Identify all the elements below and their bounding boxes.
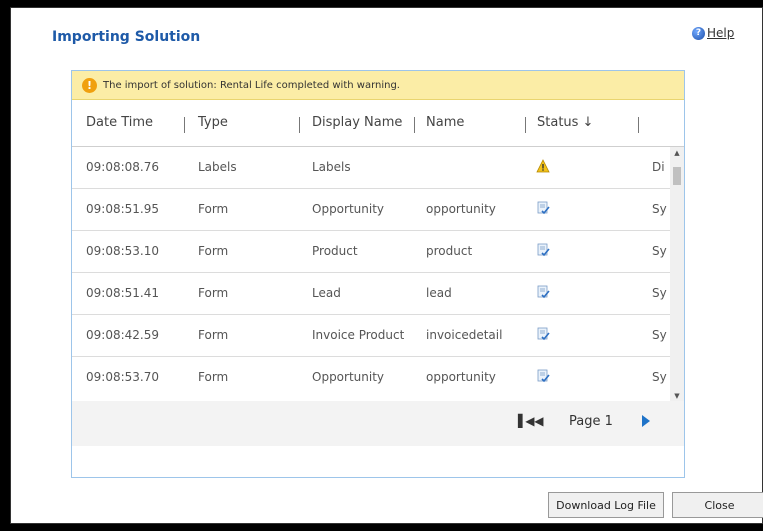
column-header-type[interactable]: Type — [198, 100, 228, 146]
cell-name: invoicedetail — [426, 328, 503, 342]
cell-display-name: Opportunity — [312, 370, 385, 384]
cell-date-time: 09:08:53.70 — [86, 370, 159, 384]
pager: ▌◀ ◀ Page 1 — [72, 401, 684, 446]
table-row[interactable]: 09:08:42.59 Form Invoice Product invoice… — [72, 315, 672, 357]
cell-date-time: 09:08:51.95 — [86, 202, 159, 216]
grid-header: Date Time Type Display Name Name Status … — [72, 100, 684, 147]
cell-type: Form — [198, 286, 229, 300]
cell-name: opportunity — [426, 370, 496, 384]
cell-display-name: Labels — [312, 160, 351, 174]
table-row[interactable]: 09:08:53.10 Form Product product Sy — [72, 231, 672, 273]
cell-display-name: Invoice Product — [312, 328, 405, 342]
table-row[interactable]: 09:08:51.41 Form Lead lead Sy — [72, 273, 672, 315]
page-label: Page 1 — [569, 414, 613, 429]
column-separator[interactable] — [525, 117, 526, 133]
table-row[interactable]: 09:08:51.95 Form Opportunity opportunity… — [72, 189, 672, 231]
table-row[interactable]: 09:08:53.70 Form Opportunity opportunity… — [72, 357, 672, 398]
cell-overflow: Di — [652, 160, 665, 174]
document-check-icon — [537, 327, 550, 341]
download-log-file-button[interactable]: Download Log File — [548, 492, 664, 518]
column-header-name[interactable]: Name — [426, 100, 464, 146]
cell-overflow: Sy — [652, 244, 667, 258]
cell-date-time: 09:08:08.76 — [86, 160, 159, 174]
cell-type: Form — [198, 244, 229, 258]
cell-date-time: 09:08:51.41 — [86, 286, 159, 300]
warning-bar: ! The import of solution: Rental Life co… — [72, 71, 684, 100]
cell-display-name: Lead — [312, 286, 341, 300]
document-check-icon — [537, 201, 550, 215]
cell-type: Form — [198, 370, 229, 384]
close-button[interactable]: Close — [672, 492, 763, 518]
document-check-icon — [537, 243, 550, 257]
cell-date-time: 09:08:53.10 — [86, 244, 159, 258]
help-label: Help — [707, 26, 735, 40]
cell-type: Labels — [198, 160, 237, 174]
help-icon: ? — [692, 26, 705, 40]
results-panel: ! The import of solution: Rental Life co… — [71, 70, 685, 478]
cell-name: opportunity — [426, 202, 496, 216]
document-check-icon — [537, 285, 550, 299]
column-header-date-time[interactable]: Date Time — [86, 100, 153, 146]
column-separator[interactable] — [184, 117, 185, 133]
cell-type: Form — [198, 328, 229, 342]
cell-date-time: 09:08:42.59 — [86, 328, 159, 342]
cell-name: lead — [426, 286, 452, 300]
dialog-title: Importing Solution — [52, 29, 201, 45]
vertical-scrollbar[interactable]: ▲ ▼ — [670, 147, 684, 402]
import-dialog: Importing Solution ? Help ! The import o… — [10, 7, 763, 524]
column-header-status[interactable]: Status ↓ — [537, 100, 593, 146]
column-separator[interactable] — [638, 117, 639, 133]
grid-rows: 09:08:08.76 Labels Labels Di 09:08:51.95… — [72, 147, 672, 398]
scroll-up-icon[interactable]: ▲ — [670, 147, 684, 159]
first-page-icon[interactable]: ▌◀ ◀ — [518, 414, 543, 428]
cell-overflow: Sy — [652, 328, 667, 342]
document-check-icon — [537, 369, 550, 383]
next-page-icon[interactable] — [642, 415, 650, 427]
warning-icon — [536, 159, 550, 173]
warning-icon: ! — [82, 77, 97, 93]
import-log-grid: Date Time Type Display Name Name Status … — [72, 100, 684, 436]
cell-display-name: Opportunity — [312, 202, 385, 216]
column-header-display-name[interactable]: Display Name — [312, 100, 402, 146]
warning-message: The import of solution: Rental Life comp… — [103, 79, 400, 91]
close-label: Close — [704, 498, 735, 512]
cell-display-name: Product — [312, 244, 358, 258]
cell-type: Form — [198, 202, 229, 216]
cell-overflow: Sy — [652, 286, 667, 300]
table-row[interactable]: 09:08:08.76 Labels Labels Di — [72, 147, 672, 189]
download-log-file-label: Download Log File — [556, 498, 656, 512]
cell-overflow: Sy — [652, 370, 667, 384]
cell-overflow: Sy — [652, 202, 667, 216]
column-separator[interactable] — [414, 117, 415, 133]
cell-name: product — [426, 244, 473, 258]
help-link[interactable]: ? Help — [692, 26, 734, 40]
vertical-scroll-thumb[interactable] — [673, 167, 681, 185]
column-separator[interactable] — [299, 117, 300, 133]
